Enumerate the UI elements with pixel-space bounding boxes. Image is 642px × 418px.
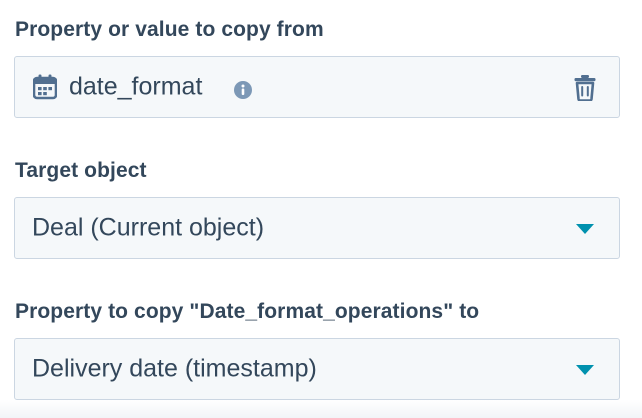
source-label: Property or value to copy from <box>15 18 324 41</box>
target-property-select[interactable]: Delivery date (timestamp) <box>14 338 620 400</box>
bottom-shadow <box>0 400 642 418</box>
info-icon[interactable] <box>234 81 252 99</box>
source-property-field[interactable]: date_format <box>14 56 620 118</box>
caret-down-icon[interactable] <box>576 365 594 375</box>
trash-icon[interactable] <box>574 74 596 101</box>
copy-property-panel: Property or value to copy from date_form… <box>0 0 642 418</box>
target-object-label: Target object <box>15 159 147 182</box>
source-property-value: date_format <box>69 72 203 101</box>
caret-down-icon[interactable] <box>576 224 594 234</box>
target-property-label: Property to copy "Date_format_operations… <box>15 300 480 323</box>
target-object-select[interactable]: Deal (Current object) <box>14 197 620 259</box>
target-property-value: Delivery date (timestamp) <box>32 354 317 383</box>
target-object-value: Deal (Current object) <box>32 213 265 242</box>
calendar-icon <box>33 74 57 100</box>
